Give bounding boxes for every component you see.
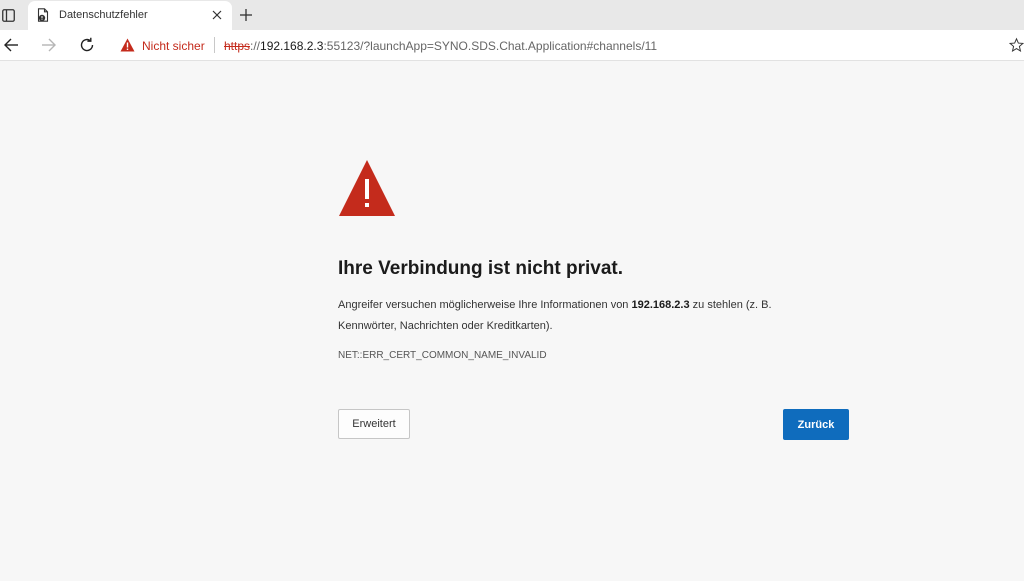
error-code[interactable]: NET::ERR_CERT_COMMON_NAME_INVALID [338,350,547,361]
security-status-label[interactable]: Nicht sicher [142,39,205,53]
url-separator: :// [250,39,261,53]
plus-icon [240,9,252,21]
back-to-safety-button[interactable]: Zurück [783,409,849,440]
url-host: 192.168.2.3 [260,39,324,53]
tab-actions-icon[interactable] [0,2,16,28]
forward-button[interactable] [38,34,60,56]
error-description-start: Angreifer versuchen möglicherweise Ihre … [338,299,632,311]
browser-toolbar: Nicht sicher https://192.168.2.3:55123/?… [0,30,1024,61]
page-warning-icon [36,8,50,22]
error-description: Angreifer versuchen möglicherweise Ihre … [338,295,828,337]
close-icon[interactable] [209,7,225,23]
url-path: :55123/?launchApp=SYNO.SDS.Chat.Applicat… [323,39,658,53]
new-tab-button[interactable] [236,5,256,25]
arrow-right-icon [42,38,56,52]
address-bar[interactable]: Nicht sicher https://192.168.2.3:55123/?… [110,33,1016,58]
reload-icon [80,37,94,52]
url-text[interactable]: https://192.168.2.3:55123/?launchApp=SYN… [224,39,657,53]
tab-strip: Datenschutzfehler [0,0,1024,30]
favorite-star-icon[interactable] [1009,37,1024,53]
page-title: Ihre Verbindung ist nicht privat. [338,258,624,279]
arrow-left-icon [4,38,18,52]
url-scheme: https [224,39,251,53]
tab-title: Datenschutzfehler [59,9,148,21]
reload-button[interactable] [76,34,98,56]
warning-triangle-icon [338,159,396,217]
tab-active[interactable]: Datenschutzfehler [28,1,232,30]
warning-triangle-icon[interactable] [120,38,135,52]
advanced-button[interactable]: Erweitert [338,409,410,439]
back-button[interactable] [0,34,22,56]
error-description-host: 192.168.2.3 [631,299,690,311]
address-divider [214,37,215,53]
